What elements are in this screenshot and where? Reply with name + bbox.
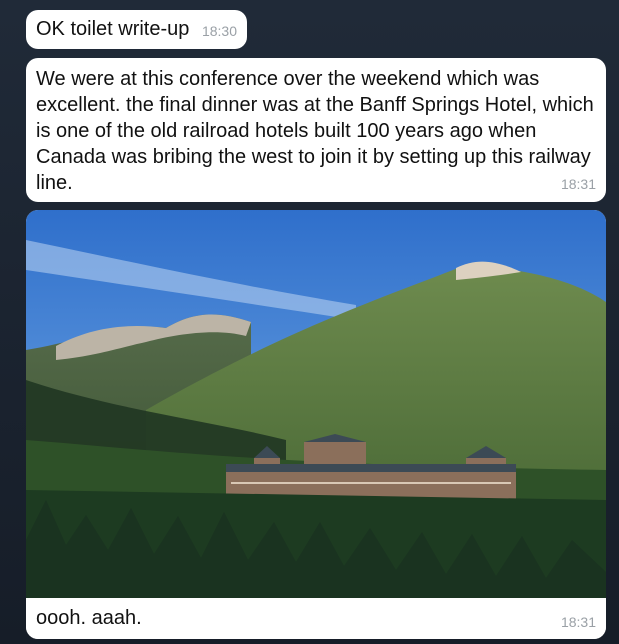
message-time: 18:31 — [560, 614, 596, 630]
message-time: 18:30 — [201, 23, 237, 39]
message-text: OK toilet write-up — [36, 18, 190, 40]
message-bubble-photo[interactable]: oooh. aaah. 18:31 — [26, 210, 606, 639]
hotel-photo[interactable] — [26, 210, 606, 598]
message-text: We were at this conference over the week… — [36, 68, 594, 194]
message-bubble-title[interactable]: OK toilet write-up 18:30 — [26, 10, 247, 49]
message-bubble-description[interactable]: We were at this conference over the week… — [26, 58, 606, 202]
photo-caption: oooh. aaah. 18:31 — [26, 598, 606, 639]
message-text: oooh. aaah. — [36, 607, 142, 629]
message-time: 18:31 — [560, 176, 596, 192]
